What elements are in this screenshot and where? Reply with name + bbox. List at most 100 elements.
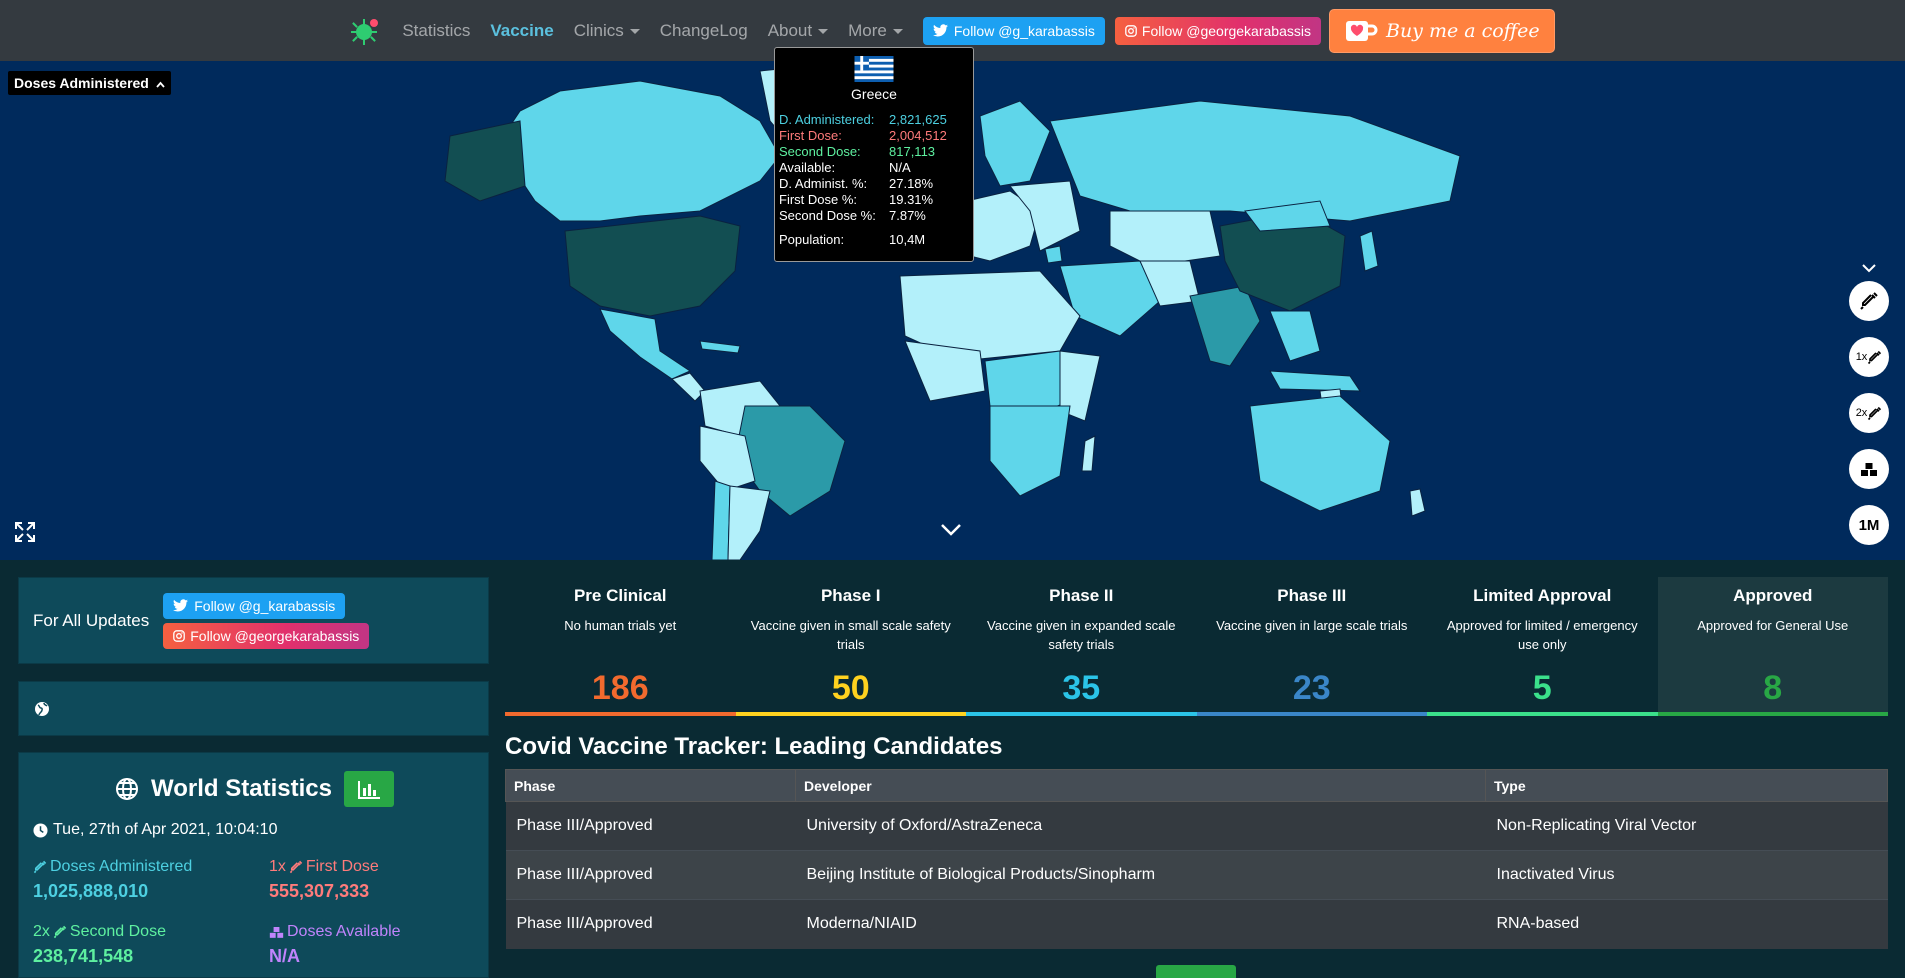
map-chile[interactable] xyxy=(711,480,731,560)
table-row[interactable]: Phase III/Approved Beijing Institute of B… xyxy=(505,850,1888,900)
table-header-phase[interactable]: Phase xyxy=(505,769,796,802)
instagram-icon xyxy=(1125,24,1137,37)
greece-flag-icon xyxy=(854,56,894,82)
map-west-africa[interactable] xyxy=(904,340,986,402)
region-selector-card[interactable] xyxy=(18,681,489,736)
stat-doses-administered-label-row: Doses Administered xyxy=(33,858,192,876)
map-central-america[interactable] xyxy=(671,372,706,402)
card-twitter-follow-button[interactable]: Follow @g_karabassis xyxy=(163,592,346,619)
stat-doses-available: Doses Available N/A xyxy=(269,923,401,967)
stat-first-dose: 1x First Dose 555,307,333 xyxy=(269,858,379,902)
nav-link-label: Clinics xyxy=(573,20,624,40)
nav-link-label: More xyxy=(848,20,887,40)
map-usa[interactable] xyxy=(564,215,741,317)
phase-card-approved[interactable]: Approved Approved for General Use 8 xyxy=(1657,577,1888,716)
map-new-zealand[interactable] xyxy=(1409,488,1426,517)
map-madagascar[interactable] xyxy=(1081,435,1096,472)
map-layer-dropdown[interactable]: Doses Administered xyxy=(8,71,171,95)
map-japan[interactable] xyxy=(1359,230,1379,272)
map-southeast-asia[interactable] xyxy=(1269,310,1321,362)
phase-color-bar xyxy=(1196,712,1427,716)
candidates-table: Phase Developer Type Phase III/Approved Uni… xyxy=(505,769,1888,949)
table-header-developer[interactable]: Developer xyxy=(795,769,1486,802)
phase-card-phase-ii[interactable]: Phase II Vaccine given in expanded scale … xyxy=(966,577,1197,716)
phase-description: No human trials yet xyxy=(564,618,677,633)
globe-icon xyxy=(116,778,139,800)
phase-card-limited-approval[interactable]: Limited Approval Approved for limited / e… xyxy=(1427,577,1658,716)
nav-instagram-follow-button[interactable]: Follow @georgekarabassis xyxy=(1114,16,1321,45)
map-india[interactable] xyxy=(1189,285,1261,367)
map-caribbean[interactable] xyxy=(699,340,741,354)
tooltip-row-key: Second Dose %: xyxy=(779,208,876,223)
map-layer-per-million-button[interactable]: 1M xyxy=(1849,505,1889,545)
world-statistics-card: World Statistics Tue, 27th of Apr 2021, … xyxy=(18,752,489,978)
phase-card-phase-i[interactable]: Phase I Vaccine given in small scale safe… xyxy=(735,577,966,716)
syringe-icon xyxy=(33,860,47,874)
second-dose-prefix: 2x xyxy=(1855,407,1868,419)
map-layer-second-dose-button[interactable]: 2x xyxy=(1849,393,1889,433)
boxes-icon xyxy=(1861,463,1877,476)
follow-updates-card: For All Updates Follow @g_karabassis Fol… xyxy=(18,577,489,664)
bar-chart-icon xyxy=(357,781,380,799)
nav-instagram-label: Follow @georgekarabassis xyxy=(1141,22,1311,39)
syringe-icon xyxy=(1868,406,1882,420)
map-layer-first-dose-button[interactable]: 1x xyxy=(1849,337,1889,377)
map-alaska[interactable] xyxy=(444,120,526,202)
nav-link-clinics[interactable]: Clinics xyxy=(564,21,650,41)
stat-second-dose-label: Second Dose xyxy=(69,923,166,940)
world-statistics-header: World Statistics xyxy=(19,771,490,807)
card-twitter-label: Follow @g_karabassis xyxy=(194,597,336,614)
nav-link-vaccine[interactable]: Vaccine xyxy=(480,21,563,41)
virus-logo-icon[interactable] xyxy=(350,16,380,46)
world-chart-button[interactable] xyxy=(343,771,394,807)
nav-link-about[interactable]: About xyxy=(758,21,838,41)
nav-link-changelog[interactable]: ChangeLog xyxy=(650,21,758,41)
map-argentina[interactable] xyxy=(727,485,771,560)
caret-down-icon xyxy=(818,28,829,34)
nav-link-label: ChangeLog xyxy=(659,20,748,40)
tooltip-row-value: 7.87% xyxy=(889,208,926,223)
nav-twitter-label: Follow @g_karabassis xyxy=(953,22,1095,39)
phase-title: Pre Clinical xyxy=(573,586,667,605)
map-greece[interactable] xyxy=(1044,245,1063,264)
twitter-icon xyxy=(173,599,189,612)
map-scandinavia[interactable] xyxy=(979,100,1051,187)
map-canada[interactable] xyxy=(499,80,781,222)
table-row[interactable]: Phase III/Approved University of Oxford/A… xyxy=(505,801,1888,851)
map-layer-available-button[interactable] xyxy=(1849,449,1889,489)
table-header-type[interactable]: Type xyxy=(1485,769,1888,802)
caret-down-icon xyxy=(629,28,640,34)
nav-link-label: About xyxy=(767,20,813,40)
caret-down-icon xyxy=(892,28,903,34)
tooltip-row: D. Administered: 2,821,625 xyxy=(779,112,969,128)
show-more-button[interactable] xyxy=(1156,965,1236,978)
table-cell: University of Oxford/AstraZeneca xyxy=(795,801,1486,851)
phase-card-phase-iii[interactable]: Phase III Vaccine given in large scale tr… xyxy=(1196,577,1427,716)
syringe-icon xyxy=(1868,350,1882,364)
vaccine-phases: Pre Clinical No human trials yet 186 Phase … xyxy=(505,577,1888,716)
map-kazakhstan[interactable] xyxy=(1109,210,1221,267)
side-panel-chevron-icon[interactable] xyxy=(1862,264,1876,274)
nav-twitter-follow-button[interactable]: Follow @g_karabassis xyxy=(922,16,1105,45)
map-mexico[interactable] xyxy=(599,308,692,380)
phase-count: 8 xyxy=(1763,669,1783,707)
tooltip-row: Second Dose: 817,113 xyxy=(779,144,969,160)
map-australia[interactable] xyxy=(1249,395,1391,512)
buy-coffee-button[interactable]: Buy me a coffee xyxy=(1328,8,1555,53)
stat-doses-administered-value: 1,025,888,010 xyxy=(33,881,149,901)
nav-link-more[interactable]: More xyxy=(838,21,913,41)
phase-count: 35 xyxy=(1062,669,1101,707)
nav-link-statistics[interactable]: Statistics xyxy=(392,21,480,41)
scroll-down-chevron-icon[interactable] xyxy=(940,523,962,537)
fullscreen-expand-icon[interactable] xyxy=(14,521,36,543)
card-instagram-follow-button[interactable]: Follow @georgekarabassis xyxy=(163,622,370,649)
map-russia[interactable] xyxy=(1049,100,1461,222)
tooltip-row-value: 27.18% xyxy=(889,176,934,191)
phase-card-pre-clinical[interactable]: Pre Clinical No human trials yet 186 xyxy=(505,577,736,716)
tooltip-row-value: 19.31% xyxy=(889,192,934,207)
map-layer-doses-button[interactable] xyxy=(1849,281,1889,321)
map-indonesia[interactable] xyxy=(1269,370,1361,392)
map-southern-africa[interactable] xyxy=(989,405,1071,497)
table-row[interactable]: Phase III/Approved Moderna/NIAID RNA-based xyxy=(505,899,1888,949)
buy-coffee-label: Buy me a coffee xyxy=(1385,19,1540,42)
